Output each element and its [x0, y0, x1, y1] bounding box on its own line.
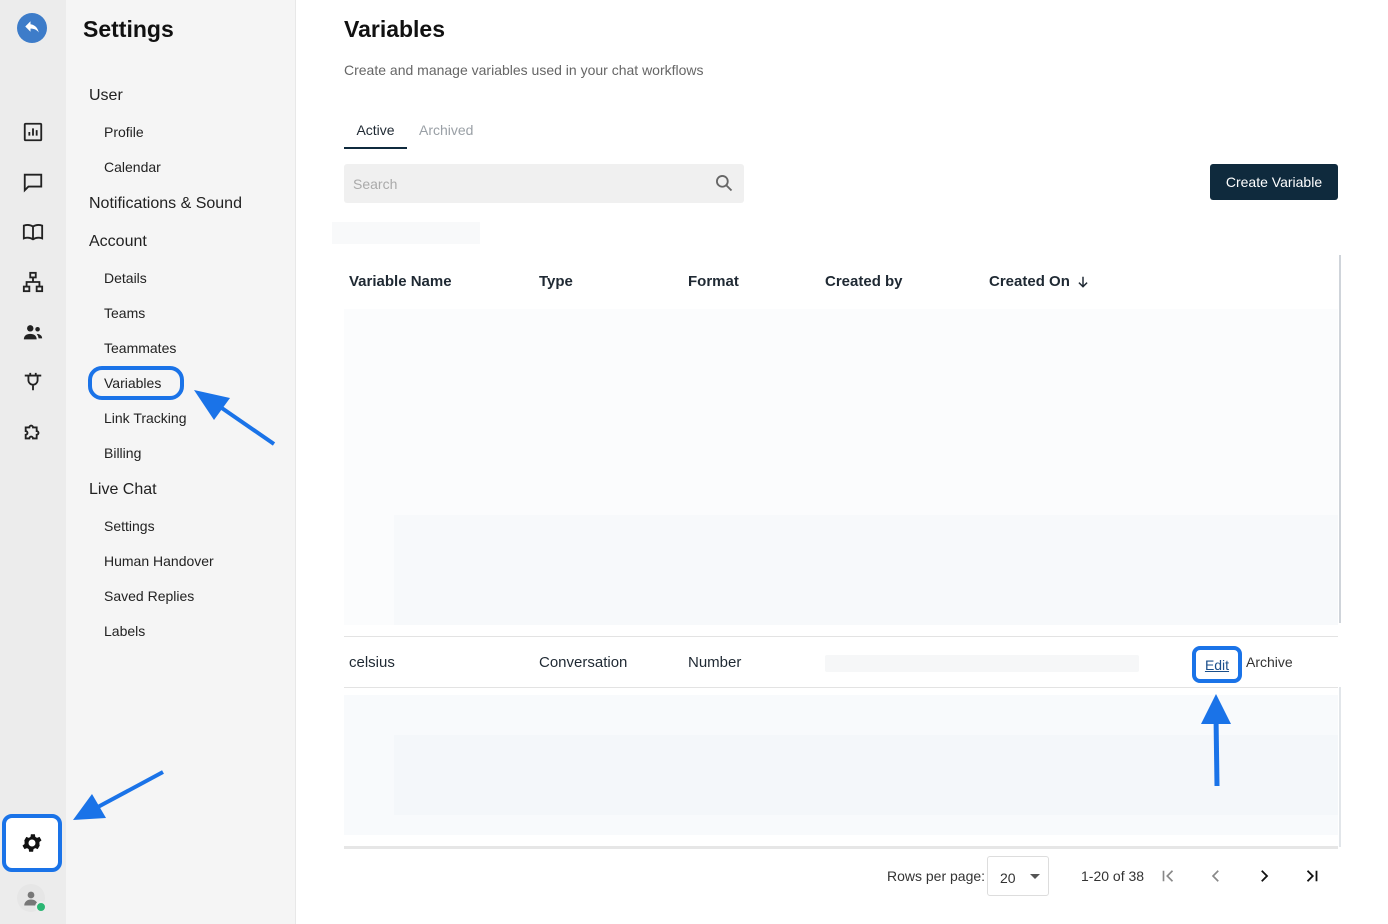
- page-title: Variables: [344, 16, 446, 42]
- tab-active[interactable]: Active: [344, 122, 407, 149]
- column-header-created-on[interactable]: Created On: [989, 273, 1090, 290]
- table-scrollbar[interactable]: [1339, 255, 1341, 623]
- nav-item-teams[interactable]: Teams: [104, 305, 145, 321]
- sitemap-icon[interactable]: [17, 266, 49, 298]
- user-avatar-icon[interactable]: [17, 884, 47, 913]
- first-page-icon[interactable]: [1156, 864, 1180, 888]
- rows-per-page-label: Rows per page:: [887, 868, 986, 884]
- nav-item-calendar[interactable]: Calendar: [104, 159, 161, 175]
- search-box: [344, 164, 744, 203]
- variables-table: Variable Name Type Format Created by Cre…: [344, 255, 1341, 850]
- gear-icon: [22, 834, 42, 852]
- cell-created-by-redacted: [825, 655, 1139, 672]
- tab-archived[interactable]: Archived: [419, 122, 473, 138]
- plug-icon[interactable]: [17, 366, 49, 398]
- nav-item-labels[interactable]: Labels: [104, 623, 145, 639]
- column-header-created-by[interactable]: Created by: [825, 273, 903, 290]
- page-subtitle: Create and manage variables used in your…: [344, 62, 704, 78]
- puzzle-icon[interactable]: [17, 416, 49, 448]
- rows-per-page-select[interactable]: 20: [987, 856, 1049, 896]
- column-header-type[interactable]: Type: [539, 273, 573, 290]
- nav-item-human-handover[interactable]: Human Handover: [104, 553, 214, 569]
- nav-item-livechat-settings[interactable]: Settings: [104, 518, 155, 534]
- caret-down-icon: [1030, 874, 1040, 879]
- table-row: celsius Conversation Number Edit Archive: [344, 636, 1338, 688]
- nav-group-user[interactable]: User: [89, 87, 123, 105]
- edit-link[interactable]: Edit: [1205, 657, 1229, 673]
- last-page-icon[interactable]: [1300, 864, 1324, 888]
- main-content: Variables Create and manage variables us…: [295, 0, 1388, 924]
- nav-item-details[interactable]: Details: [104, 270, 147, 286]
- search-input[interactable]: [344, 164, 704, 203]
- nav-item-variables[interactable]: Variables: [104, 375, 161, 391]
- online-status-indicator: [35, 901, 47, 913]
- column-header-format[interactable]: Format: [688, 273, 739, 290]
- archive-link[interactable]: Archive: [1246, 654, 1293, 670]
- column-header-variable-name[interactable]: Variable Name: [349, 273, 452, 290]
- table-divider: [344, 846, 1338, 849]
- search-icon[interactable]: [714, 173, 734, 193]
- loading-placeholder: [394, 515, 1338, 625]
- previous-page-icon[interactable]: [1204, 864, 1228, 888]
- next-page-icon[interactable]: [1252, 864, 1276, 888]
- settings-sidebar: Settings User Profile Calendar Notificat…: [66, 0, 296, 924]
- nav-item-billing[interactable]: Billing: [104, 445, 141, 461]
- settings-title: Settings: [83, 16, 174, 42]
- settings-gear-button[interactable]: [2, 814, 62, 872]
- cell-variable-name: celsius: [349, 654, 395, 671]
- book-icon[interactable]: [17, 216, 49, 248]
- back-arrow-icon[interactable]: [17, 13, 47, 43]
- pagination: Rows per page: 20 1-20 of 38: [295, 856, 1388, 896]
- reports-icon[interactable]: [17, 116, 49, 148]
- nav-item-teammates[interactable]: Teammates: [104, 340, 176, 356]
- contacts-icon[interactable]: [17, 316, 49, 348]
- edit-highlight: Edit: [1192, 646, 1242, 683]
- cell-format: Number: [688, 654, 742, 671]
- created-on-label: Created On: [989, 273, 1070, 290]
- nav-group-notifications[interactable]: Notifications & Sound: [89, 195, 242, 213]
- table-scrollbar[interactable]: [1339, 687, 1341, 847]
- rows-per-page-value: 20: [1000, 870, 1016, 886]
- cell-type: Conversation: [539, 654, 628, 671]
- page-range: 1-20 of 38: [1081, 868, 1145, 884]
- nav-item-link-tracking[interactable]: Link Tracking: [104, 410, 186, 426]
- nav-item-saved-replies[interactable]: Saved Replies: [104, 588, 194, 604]
- nav-item-profile[interactable]: Profile: [104, 124, 144, 140]
- loading-placeholder: [394, 735, 1338, 815]
- faint-strip: [332, 222, 480, 244]
- nav-group-account[interactable]: Account: [89, 233, 147, 251]
- sort-arrow-down-icon[interactable]: [1076, 275, 1090, 289]
- nav-group-live-chat[interactable]: Live Chat: [89, 481, 157, 499]
- chat-icon[interactable]: [17, 166, 49, 198]
- create-variable-button[interactable]: Create Variable: [1210, 164, 1338, 200]
- icon-rail: [0, 0, 67, 924]
